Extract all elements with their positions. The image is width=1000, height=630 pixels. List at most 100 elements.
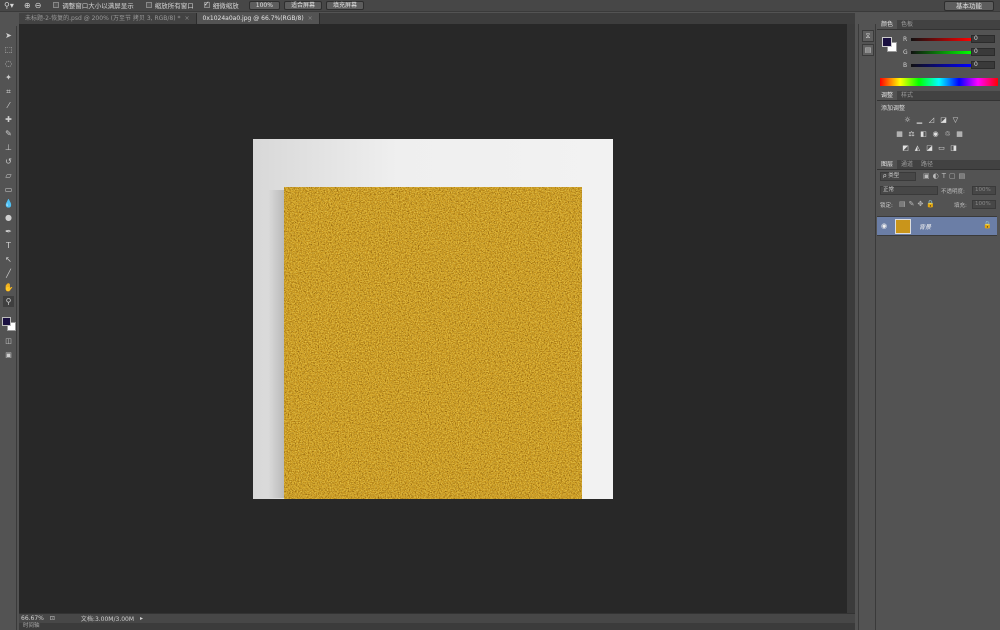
foreground-color-swatch[interactable] xyxy=(882,37,892,47)
zoom-in-icon[interactable]: ⊕ xyxy=(24,1,31,11)
close-icon[interactable]: × xyxy=(184,15,189,22)
tab-channels[interactable]: 通道 xyxy=(897,160,917,169)
brightness-icon[interactable]: ☼ xyxy=(903,116,912,125)
slider-track[interactable] xyxy=(911,38,971,41)
panel-dock: ⧖ ▤ xyxy=(858,24,876,630)
scrubby-zoom-checkbox[interactable]: 细微缩放 xyxy=(203,0,239,11)
timeline-label: 时间轴 xyxy=(23,623,40,629)
posterize-icon[interactable]: ◭ xyxy=(913,144,922,153)
levels-icon[interactable]: ▁ xyxy=(915,116,924,125)
gradient-tool-icon[interactable]: ▭ xyxy=(3,184,14,195)
zoom-level[interactable]: 66.67% xyxy=(21,615,44,622)
marquee-tool-icon[interactable]: ⬚ xyxy=(3,44,14,55)
color-lookup-icon[interactable]: ▦ xyxy=(955,130,964,139)
status-preview-icon[interactable]: ⊡ xyxy=(50,615,55,622)
curves-icon[interactable]: ◿ xyxy=(927,116,936,125)
channel-value[interactable]: 0 xyxy=(971,61,995,69)
layer-name[interactable]: 背景 xyxy=(919,222,931,231)
layer-row[interactable]: ◉ 背景 🔒 xyxy=(877,216,997,236)
eye-icon[interactable]: ◉ xyxy=(881,222,887,230)
black-white-icon[interactable]: ◧ xyxy=(919,130,928,139)
photo-filter-icon[interactable]: ◉ xyxy=(931,130,940,139)
slider-track[interactable] xyxy=(911,64,971,67)
timeline-bar[interactable]: 时间轴 xyxy=(19,623,855,630)
fit-screen-button[interactable]: 适合屏幕 xyxy=(283,1,322,10)
blur-tool-icon[interactable]: 💧 xyxy=(3,198,14,209)
vibrance-icon[interactable]: ▽ xyxy=(951,116,960,125)
option-bar: ⚲▾ ⊕ ⊖ 调整窗口大小以满屏显示 缩放所有窗口 细微缩放 100% 适合屏幕… xyxy=(0,0,1000,12)
layer-filter-icons[interactable]: ▣◐T▢▤ xyxy=(923,172,968,180)
add-adjustment-label: 添加调整 xyxy=(881,105,906,112)
history-panel-icon[interactable]: ⧖ xyxy=(862,30,874,42)
blue-slider[interactable]: B 0 xyxy=(903,61,997,70)
tab-document-2[interactable]: 0x1024a0a0.jpg @ 66.7%(RGB/8) × xyxy=(196,13,320,24)
color-panel-tabs: 颜色 色板 xyxy=(877,20,1000,30)
exposure-icon[interactable]: ◪ xyxy=(939,116,948,125)
type-tool-icon[interactable]: T xyxy=(3,240,14,251)
brush-tool-icon[interactable]: ✎ xyxy=(3,128,14,139)
tab-document-1[interactable]: 未标题-2-恢复的.psd @ 200% (万至节 拷贝 3, RGB/8) *… xyxy=(19,13,197,24)
tab-color[interactable]: 颜色 xyxy=(877,20,898,29)
hue-saturation-icon[interactable]: ▦ xyxy=(895,130,904,139)
workspace-switcher[interactable]: 基本功能 xyxy=(944,1,994,11)
zoom-all-windows-checkbox[interactable]: 缩放所有窗口 xyxy=(145,1,194,11)
lock-label: 锁定: xyxy=(880,203,893,209)
healing-brush-tool-icon[interactable]: ✚ xyxy=(3,114,14,125)
move-tool-icon[interactable]: ➤ xyxy=(3,30,14,41)
status-menu-arrow-icon[interactable]: ▸ xyxy=(140,615,143,622)
zoom-tool-icon[interactable]: ⚲ xyxy=(3,296,14,307)
tab-label: 未标题-2-恢复的.psd @ 200% (万至节 拷贝 3, RGB/8) * xyxy=(25,15,181,22)
quick-mask-icon[interactable]: ◫ xyxy=(3,336,14,347)
close-icon[interactable]: × xyxy=(308,15,313,22)
green-slider[interactable]: G 0 xyxy=(903,48,997,57)
pen-tool-icon[interactable]: ✒ xyxy=(3,226,14,237)
properties-panel-icon[interactable]: ▤ xyxy=(862,44,874,56)
zoom-out-icon[interactable]: ⊖ xyxy=(35,1,42,11)
eyedropper-tool-icon[interactable]: ⁄ xyxy=(3,100,14,111)
layer-thumbnail xyxy=(895,219,911,234)
eraser-tool-icon[interactable]: ▱ xyxy=(3,170,14,181)
slider-track[interactable] xyxy=(911,51,971,54)
checkbox-icon xyxy=(145,1,152,8)
dodge-tool-icon[interactable]: ● xyxy=(3,212,14,223)
line-tool-icon[interactable]: ╱ xyxy=(3,268,14,279)
hand-tool-icon[interactable]: ✋ xyxy=(3,282,14,293)
invert-icon[interactable]: ◩ xyxy=(901,144,910,153)
lock-icons[interactable]: ▤✎✥🔒 xyxy=(899,200,938,208)
threshold-icon[interactable]: ◪ xyxy=(925,144,934,153)
path-selection-tool-icon[interactable]: ↖ xyxy=(3,254,14,265)
tab-paths[interactable]: 路径 xyxy=(917,160,937,169)
tab-layers[interactable]: 图层 xyxy=(877,160,898,169)
opacity-input[interactable]: 100% xyxy=(972,186,996,195)
document-tabs: 未标题-2-恢复的.psd @ 200% (万至节 拷贝 3, RGB/8) *… xyxy=(19,13,855,24)
magic-wand-tool-icon[interactable]: ✦ xyxy=(3,72,14,83)
fill-screen-button[interactable]: 填充屏幕 xyxy=(325,1,364,10)
gradient-map-icon[interactable]: ▭ xyxy=(937,144,946,153)
history-brush-tool-icon[interactable]: ↺ xyxy=(3,156,14,167)
foreground-color-swatch[interactable] xyxy=(2,317,11,326)
status-bar: 66.67% ⊡ 文档:3.00M/3.00M ▸ xyxy=(19,613,855,623)
lasso-tool-icon[interactable]: ◌ xyxy=(3,58,14,69)
channel-mixer-icon[interactable]: ♲ xyxy=(943,130,952,139)
blend-mode-select[interactable]: 正常 xyxy=(880,186,938,195)
selective-color-icon[interactable]: ◨ xyxy=(949,144,958,153)
red-slider[interactable]: R 0 xyxy=(903,35,997,44)
zoom-tool-icon[interactable]: ⚲▾ xyxy=(4,1,14,11)
screen-mode-icon[interactable]: ▣ xyxy=(3,350,14,361)
tab-swatches[interactable]: 色板 xyxy=(897,20,917,29)
tab-adjustments[interactable]: 调整 xyxy=(877,91,898,100)
crop-tool-icon[interactable]: ⌗ xyxy=(3,86,14,97)
channel-value[interactable]: 0 xyxy=(971,48,995,56)
zoom-100-button[interactable]: 100% xyxy=(248,1,280,10)
clone-stamp-tool-icon[interactable]: ⊥ xyxy=(3,142,14,153)
layer-filter-select[interactable]: ρ 类型 xyxy=(880,172,916,181)
color-balance-icon[interactable]: ⚖ xyxy=(907,130,916,139)
vertical-scrollbar[interactable] xyxy=(847,24,855,613)
channel-value[interactable]: 0 xyxy=(971,35,995,43)
fill-input[interactable]: 100% xyxy=(972,200,996,209)
resize-windows-checkbox[interactable]: 调整窗口大小以满屏显示 xyxy=(53,1,134,11)
tab-styles[interactable]: 样式 xyxy=(897,91,917,100)
tools-panel: ➤ ⬚ ◌ ✦ ⌗ ⁄ ✚ ✎ ⊥ ↺ ▱ ▭ 💧 ● ✒ T ↖ ╱ ✋ ⚲ … xyxy=(0,26,17,630)
color-spectrum[interactable] xyxy=(880,78,998,86)
gold-glitter-texture xyxy=(284,187,582,499)
